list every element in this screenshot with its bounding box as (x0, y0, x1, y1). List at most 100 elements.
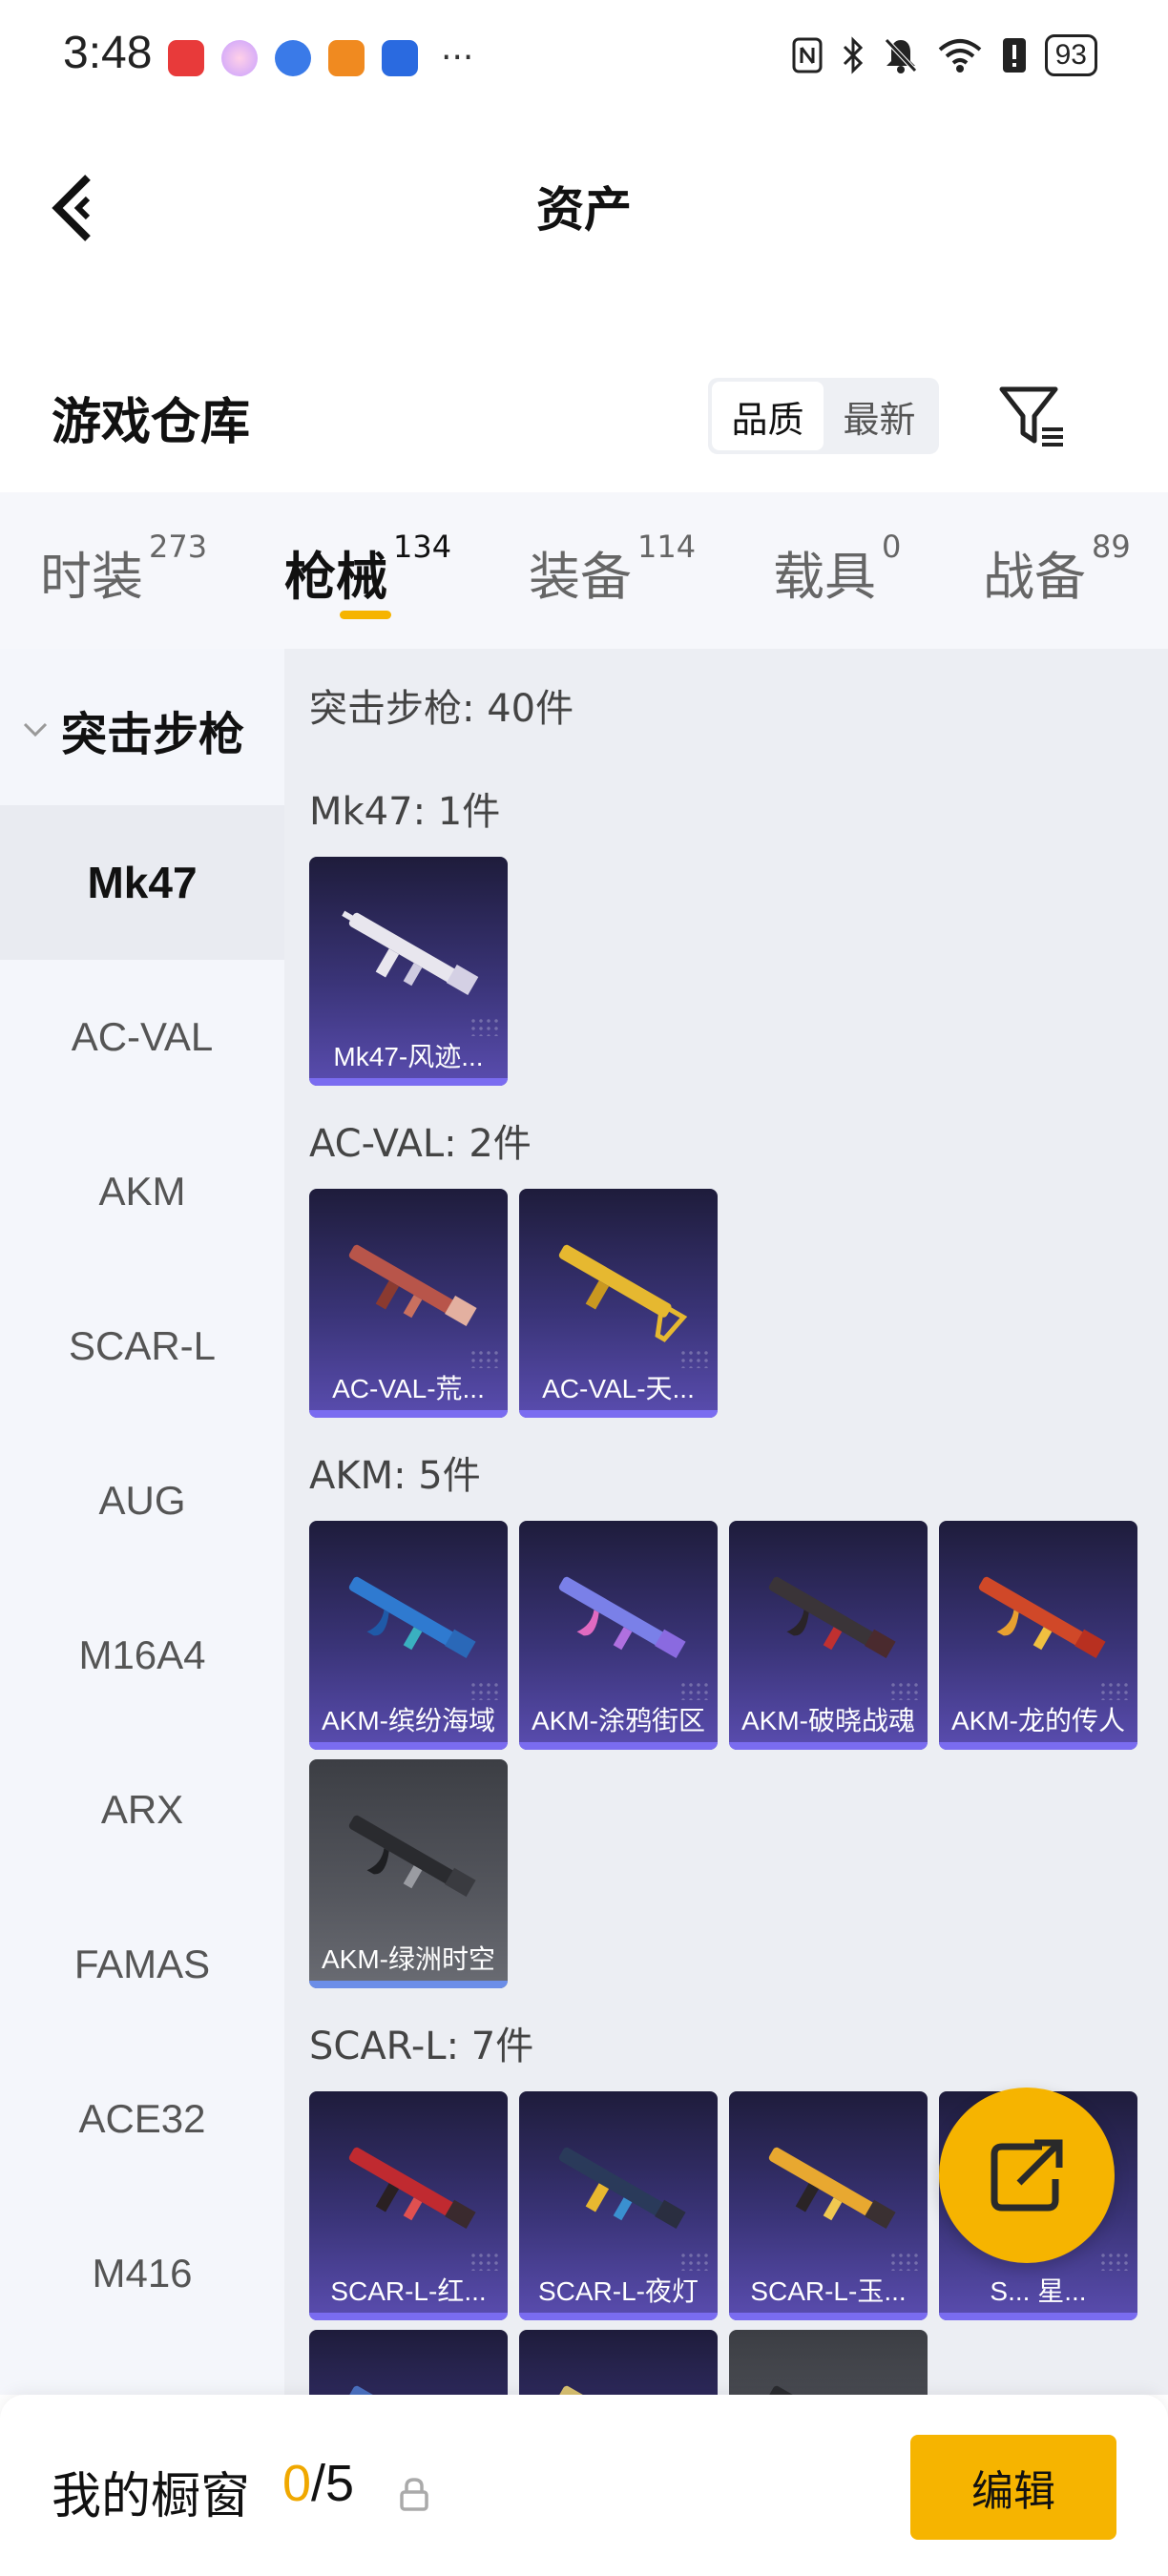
weapon-name: S... 星... (990, 2276, 1087, 2306)
weapon-name: AKM-龙的传人 (950, 1706, 1125, 1735)
sidebar-item-arx[interactable]: ARX (0, 1733, 284, 1887)
huawei-app-icon (168, 40, 204, 76)
sort-toggle: 品质 最新 (708, 378, 939, 454)
rarity-bar (729, 2313, 928, 2320)
weapon-card[interactable]: AKM-龙的传人 (939, 1521, 1137, 1750)
sidebar-item-scar-l[interactable]: SCAR-L (0, 1269, 284, 1423)
rifle-image (558, 1244, 688, 1342)
tab-count: 273 (149, 529, 208, 565)
nav-header: 资产 (0, 143, 1168, 267)
page: { "status_bar": { "time": "3:48", "more"… (0, 0, 1168, 2576)
weapon-card[interactable]: AKM-绿洲时空 (309, 1759, 508, 1988)
rifle-image (768, 2147, 896, 2230)
tab-count: 114 (637, 529, 697, 565)
weapon-card[interactable]: AKM-破晓战魂 (729, 1521, 928, 1750)
rarity-bar (519, 2313, 718, 2320)
more-notifications-icon: ··· (441, 38, 474, 77)
weapon-card[interactable]: AC-VAL-天... (519, 1189, 718, 1418)
sort-latest-option[interactable]: 最新 (824, 382, 935, 450)
rarity-bar (309, 1410, 508, 1418)
weapon-card[interactable]: AKM-缤纷海域 (309, 1521, 508, 1750)
weapon-card[interactable] (309, 2330, 508, 2395)
tab-equipment[interactable]: 装备 114 (529, 529, 696, 610)
sidebar-item-m16a4[interactable]: M16A4 (0, 1578, 284, 1733)
section-title-akm: AKM: 5件 (309, 1454, 481, 1498)
sidebar-item-ace32[interactable]: ACE32 (0, 2042, 284, 2196)
sidebar-group-label: 突击步枪 (61, 708, 245, 761)
sidebar-group-assault-rifles[interactable]: 突击步枪 (21, 696, 244, 763)
weapon-name: AKM-破晓战魂 (740, 1706, 915, 1735)
warehouse-title: 游戏仓库 (52, 394, 251, 451)
sidebar-item-famas[interactable]: FAMAS (0, 1887, 284, 2042)
weapon-name: SCAR-L-夜灯 (537, 2276, 699, 2306)
share-icon (991, 2139, 1063, 2212)
weapon-name: AC-VAL-荒... (332, 1374, 485, 1403)
card-decoration (1099, 1681, 1128, 1700)
card-decoration (469, 2252, 498, 2271)
tab-label: 时装 (40, 547, 143, 607)
tab-fashion[interactable]: 时装 273 (40, 529, 207, 610)
weapon-card[interactable]: AC-VAL-荒... (309, 1189, 508, 1418)
card-decoration (889, 1681, 918, 1700)
weapon-card[interactable]: AKM-涂鸦街区 (519, 1521, 718, 1750)
weapon-name: AKM-绿洲时空 (321, 1944, 495, 1974)
card-decoration (679, 1681, 708, 1700)
showcase-bar: 我的橱窗 0/5 编辑 (0, 2395, 1168, 2576)
tab-label: 载具 (773, 547, 876, 607)
rifle-image (558, 2385, 672, 2395)
card-decoration (469, 1017, 498, 1036)
showcase-title: 我的橱窗 (52, 2468, 251, 2525)
section-title-mk47: Mk47: 1件 (309, 790, 501, 834)
rarity-bar (939, 2313, 1137, 2320)
edit-button[interactable]: 编辑 (910, 2435, 1116, 2540)
tab-count: 134 (393, 529, 452, 565)
rifle-image (348, 2385, 462, 2395)
rifle-image (348, 1815, 476, 1898)
rifle-image (768, 2385, 882, 2395)
rifle-image (978, 1576, 1106, 1659)
card-decoration (679, 2252, 708, 2271)
status-app-icons: ··· (168, 40, 473, 76)
rarity-bar (309, 2313, 508, 2320)
weapon-card[interactable]: SCAR-L-夜灯 (519, 2091, 718, 2320)
wifi-icon (938, 39, 981, 73)
rifle-image (348, 2147, 476, 2230)
rifle-image (342, 910, 479, 996)
page-title: 资产 (536, 182, 632, 238)
card-decoration (469, 1681, 498, 1700)
card-decoration (889, 2252, 918, 2271)
gallery-app-icon (221, 40, 258, 76)
weapon-card[interactable]: SCAR-L-玉... (729, 2091, 928, 2320)
share-button[interactable] (939, 2088, 1115, 2263)
rifle-image (348, 1576, 476, 1659)
rarity-bar (939, 1742, 1137, 1750)
weapon-card[interactable] (729, 2330, 928, 2395)
tab-label: 枪械 (284, 547, 387, 607)
tips-app-icon (382, 40, 418, 76)
weapon-sidebar: 突击步枪 Mk47 AC-VAL AKM SCAR-L AUG M16A4 AR… (0, 649, 284, 2395)
weapon-card[interactable]: Mk47-风迹... (309, 857, 508, 1086)
rarity-bar (309, 1742, 508, 1750)
chevron-down-icon (23, 722, 48, 737)
tab-count: 89 (1092, 529, 1131, 565)
sidebar-item-aug[interactable]: AUG (0, 1423, 284, 1578)
tab-label: 战备 (983, 547, 1086, 607)
sidebar-item-m416[interactable]: M416 (0, 2196, 284, 2351)
section-title-ac-val: AC-VAL: 2件 (309, 1122, 532, 1166)
sidebar-item-mk47[interactable]: Mk47 (0, 805, 284, 960)
weapon-card[interactable] (519, 2330, 718, 2395)
sidebar-item-ac-val[interactable]: AC-VAL (0, 960, 284, 1114)
alert-icon (1002, 38, 1026, 73)
weapon-name: SCAR-L-红... (330, 2276, 487, 2306)
battery-indicator: 93 (1044, 34, 1097, 76)
filter-icon[interactable] (996, 382, 1069, 454)
weapon-card[interactable]: SCAR-L-红... (309, 2091, 508, 2320)
sidebar-item-akm[interactable]: AKM (0, 1114, 284, 1269)
tab-supplies[interactable]: 战备 89 (983, 529, 1131, 610)
tab-guns[interactable]: 枪械 134 (284, 529, 451, 610)
mute-icon (884, 38, 917, 73)
sort-quality-option[interactable]: 品质 (712, 382, 824, 450)
lock-icon (400, 2478, 428, 2511)
tab-vehicles[interactable]: 载具 0 (773, 529, 901, 610)
rifle-image (348, 1244, 477, 1327)
